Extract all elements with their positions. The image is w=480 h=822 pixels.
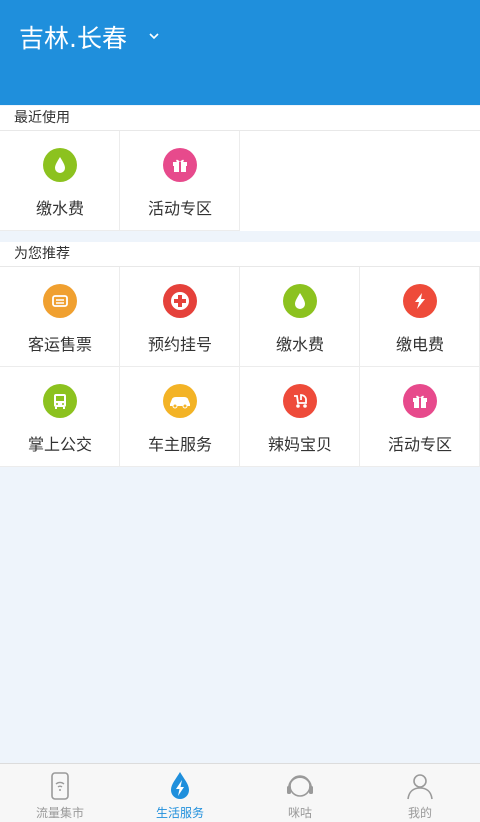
service-item-mom-baby[interactable]: 辣妈宝贝 — [240, 367, 360, 467]
service-label: 缴水费 — [35, 199, 84, 218]
service-item-bus[interactable]: 掌上公交 — [0, 367, 120, 467]
gift-icon — [163, 148, 197, 182]
recent-grid: 缴水费 活动专区 — [0, 131, 480, 231]
tab-label: 咪咕 — [287, 806, 312, 820]
service-item-electric-bill[interactable]: 缴电费 — [360, 267, 480, 367]
service-item-water-bill[interactable]: 缴水费 — [240, 267, 360, 367]
service-label: 活动专区 — [147, 199, 212, 218]
tab-label: 生活服务 — [155, 806, 204, 820]
tab-life-services[interactable]: 生活服务 — [120, 764, 240, 822]
car-icon — [163, 384, 197, 418]
service-item-activity-recent[interactable]: 活动专区 — [120, 131, 240, 231]
service-label: 客运售票 — [27, 335, 92, 354]
service-item-activity[interactable]: 活动专区 — [360, 367, 480, 467]
bottom-tab-bar: 流量集市 生活服务 咪咕 我的 — [0, 763, 480, 822]
service-item-hospital-appointment[interactable]: 预约挂号 — [120, 267, 240, 367]
service-label: 车主服务 — [147, 435, 212, 454]
ticket-icon — [43, 284, 77, 318]
lightning-drop-icon — [171, 772, 189, 799]
app-header: 吉林.长春 — [0, 0, 480, 105]
tab-label: 我的 — [407, 806, 432, 820]
service-label: 活动专区 — [387, 435, 452, 454]
medical-cross-icon — [163, 284, 197, 318]
service-item-bus-ticket[interactable]: 客运售票 — [0, 267, 120, 367]
bus-icon — [43, 384, 77, 418]
service-label: 预约挂号 — [147, 335, 212, 354]
service-label: 缴电费 — [395, 335, 444, 354]
gift-icon — [403, 384, 437, 418]
service-label: 缴水费 — [275, 335, 324, 354]
lightning-icon — [403, 284, 437, 318]
section-title-recommend: 为您推荐 — [0, 242, 480, 267]
chevron-down-icon[interactable] — [146, 28, 162, 44]
service-item-car-owner[interactable]: 车主服务 — [120, 367, 240, 467]
tab-data-market[interactable]: 流量集市 — [0, 764, 120, 822]
recommend-grid: 客运售票 预约挂号 缴水费 缴电费 掌上公交 车主服务 辣妈宝贝 活动专区 — [0, 267, 480, 467]
water-drop-icon — [283, 284, 317, 318]
phone-signal-icon — [51, 772, 69, 800]
service-label: 辣妈宝贝 — [267, 435, 332, 454]
water-drop-icon — [43, 148, 77, 182]
tab-label: 流量集市 — [35, 806, 84, 820]
headphones-icon — [287, 775, 313, 797]
user-icon — [407, 774, 433, 800]
service-label: 掌上公交 — [27, 435, 92, 454]
section-title-recent: 最近使用 — [0, 106, 480, 131]
service-item-water-bill-recent[interactable]: 缴水费 — [0, 131, 120, 231]
stroller-icon — [283, 384, 317, 418]
tab-mine[interactable]: 我的 — [360, 764, 480, 822]
city-selector-label[interactable]: 吉林.长春 — [19, 24, 127, 54]
tab-migu[interactable]: 咪咕 — [240, 764, 360, 822]
